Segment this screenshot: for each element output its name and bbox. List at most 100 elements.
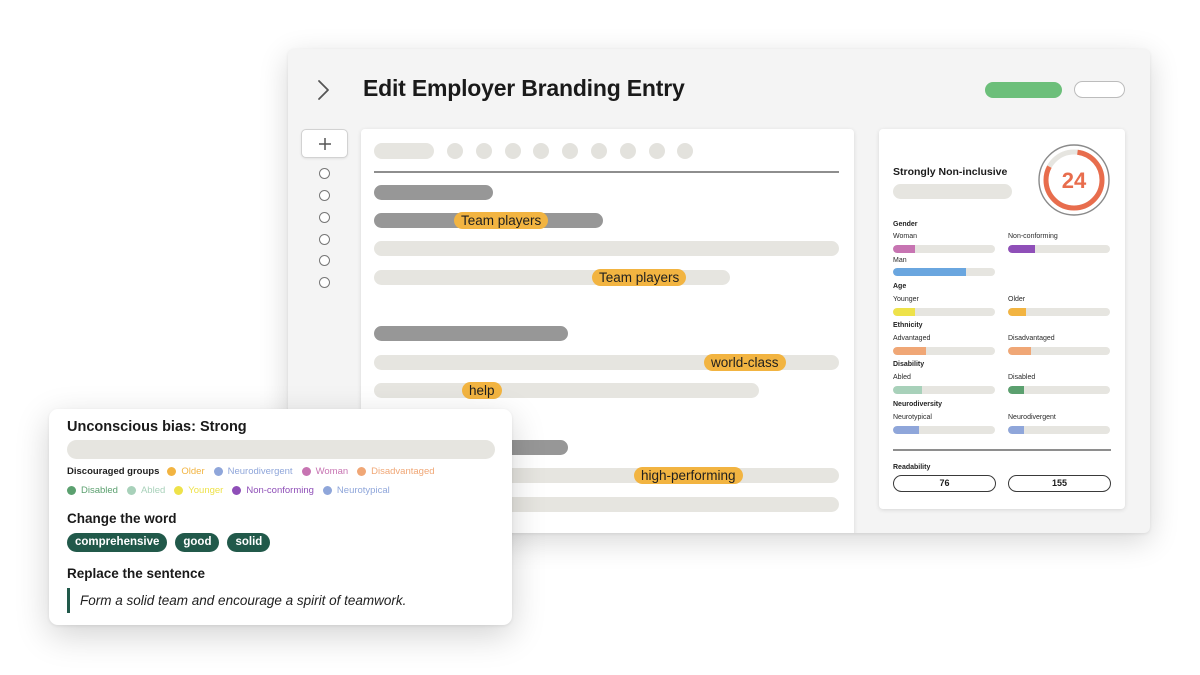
toolbar-button[interactable] — [505, 143, 521, 159]
readability-score: 76 — [893, 475, 996, 492]
group-label: Disabled — [81, 485, 118, 496]
inclusivity-rating: Strongly Non-inclusive — [893, 166, 1008, 178]
metric-bar — [1008, 386, 1110, 394]
group-tag: Non-conforming — [232, 485, 314, 496]
metric-label: Abled — [893, 374, 911, 381]
discouraged-groups-row: Disabled Abled Younger Non-conforming Ne… — [67, 485, 399, 496]
chevron-right-icon[interactable] — [314, 77, 334, 103]
metric-label: Disadvantaged — [1008, 335, 1055, 342]
metric-bar-fill — [1008, 386, 1025, 394]
save-button[interactable] — [985, 82, 1062, 98]
flagged-phrase[interactable]: help — [462, 382, 502, 399]
discouraged-groups-label: Discouraged groups — [67, 466, 160, 477]
group-label: Disadvantaged — [371, 466, 435, 477]
group-label: Abled — [140, 485, 166, 496]
category-disability: Disability — [893, 361, 925, 368]
metric-label: Woman — [893, 233, 917, 240]
toolbar-button[interactable] — [562, 143, 578, 159]
toolbar-style-dropdown[interactable] — [374, 143, 434, 159]
text-line — [374, 383, 759, 398]
metric-bar — [1008, 245, 1110, 253]
group-tag: Neurotypical — [322, 485, 390, 496]
group-tag: Neurodivergent — [213, 466, 293, 477]
metric-label: Neurodivergent — [1008, 414, 1056, 421]
metric-bar-fill — [893, 347, 926, 355]
word-suggestion-chip[interactable]: solid — [227, 533, 271, 552]
flagged-phrase[interactable]: Team players — [592, 269, 687, 286]
heading-line — [374, 326, 568, 341]
toolbar-button[interactable] — [649, 143, 665, 159]
metric-bar — [893, 426, 995, 434]
word-suggestions: comprehensive good solid — [67, 533, 278, 552]
metric-label: Advantaged — [893, 335, 931, 342]
metric-bar-fill — [1008, 308, 1027, 316]
section-nav-dot[interactable] — [319, 190, 330, 201]
toolbar-button[interactable] — [447, 143, 463, 159]
group-label: Older — [181, 466, 205, 477]
metric-bar — [893, 386, 995, 394]
metric-bar — [893, 308, 995, 316]
group-label: Neurodivergent — [227, 466, 293, 477]
group-label: Neurotypical — [336, 485, 390, 496]
metric-bar — [1008, 308, 1110, 316]
metric-label: Younger — [893, 296, 919, 303]
section-nav-dot[interactable] — [319, 212, 330, 223]
metric-bar-fill — [893, 308, 916, 316]
metric-label: Neurotypical — [893, 414, 932, 421]
group-tag: Older — [167, 466, 205, 477]
toolbar-button[interactable] — [591, 143, 607, 159]
replacement-sentence[interactable]: Form a solid team and encourage a spirit… — [67, 588, 406, 613]
category-ethnicity: Ethnicity — [893, 322, 923, 329]
metric-label: Man — [893, 257, 907, 264]
flagged-phrase[interactable]: high-performing — [634, 467, 743, 484]
plus-icon — [318, 137, 331, 150]
metric-bar — [893, 347, 995, 355]
cancel-button[interactable] — [1074, 81, 1125, 98]
group-dot — [301, 467, 311, 476]
toolbar-button[interactable] — [476, 143, 492, 159]
group-dot — [174, 486, 184, 495]
toolbar-button[interactable] — [677, 143, 693, 159]
section-nav-dot[interactable] — [319, 168, 330, 179]
panel-divider — [893, 449, 1111, 451]
text-line — [374, 241, 839, 256]
section-nav-dot[interactable] — [319, 255, 330, 266]
word-suggestion-chip[interactable]: good — [175, 533, 220, 552]
toolbar-button[interactable] — [533, 143, 549, 159]
metric-label: Disabled — [1008, 374, 1036, 381]
discouraged-groups-row: Discouraged groups Older Neurodivergent … — [67, 466, 444, 477]
word-suggestion-chip[interactable]: comprehensive — [67, 533, 168, 552]
toolbar-button[interactable] — [620, 143, 636, 159]
add-button[interactable] — [301, 129, 348, 158]
metric-bar — [1008, 426, 1110, 434]
group-dot — [67, 486, 76, 495]
category-age: Age — [893, 283, 907, 290]
group-tag: Disabled — [67, 485, 118, 496]
flagged-phrase[interactable]: world-class — [704, 354, 786, 371]
metric-label: Non-conforming — [1008, 233, 1058, 240]
score-gauge: 24 — [1038, 144, 1110, 216]
group-tag: Younger — [174, 485, 223, 496]
metric-bar — [1008, 347, 1110, 355]
metric-bar-fill — [1008, 245, 1035, 253]
bias-level-title: Unconscious bias: Strong — [67, 419, 247, 435]
bias-suggestion-card: Unconscious bias: Strong Discouraged gro… — [49, 409, 512, 625]
group-dot — [322, 486, 332, 495]
metric-bar-fill — [893, 426, 919, 434]
bias-description — [67, 440, 495, 459]
section-nav-dot[interactable] — [319, 277, 330, 288]
group-dot — [357, 467, 367, 476]
metric-label: Older — [1008, 296, 1026, 303]
replace-sentence-title: Replace the sentence — [67, 566, 206, 581]
word-count: 155 — [1008, 475, 1111, 492]
rating-description — [893, 184, 1012, 199]
category-gender: Gender — [893, 221, 918, 228]
change-word-title: Change the word — [67, 511, 177, 526]
metric-bar — [893, 245, 995, 253]
score-value: 24 — [1062, 168, 1087, 193]
toolbar-divider — [374, 171, 839, 173]
metric-bar-fill — [893, 245, 916, 253]
section-nav-dot[interactable] — [319, 234, 330, 245]
flagged-phrase[interactable]: Team players — [454, 212, 549, 229]
group-label: Woman — [315, 466, 349, 477]
